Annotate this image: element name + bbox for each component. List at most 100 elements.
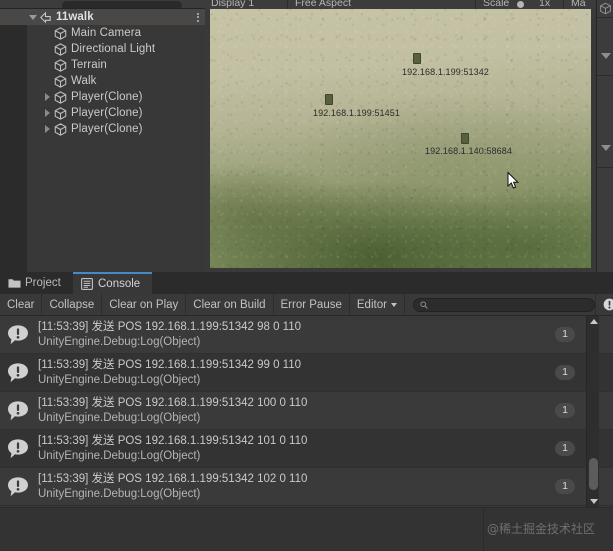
aspect-dropdown[interactable]: Free Aspect xyxy=(295,0,351,9)
console-log-count-badge: 1 xyxy=(555,403,575,418)
console-log-row[interactable]: [11:53:39] 发送 POS 192.168.1.199:51342 10… xyxy=(0,392,613,430)
log-info-icon xyxy=(6,361,30,385)
hierarchy-toolbar xyxy=(0,0,205,9)
triangle-right-icon xyxy=(45,109,50,117)
clear-on-build-toggle[interactable]: Clear on Build xyxy=(186,293,274,316)
foldout-toggle[interactable] xyxy=(42,105,53,121)
console-log-row[interactable]: [11:53:39] 发送 POS 192.168.1.199:51342 99… xyxy=(0,354,613,392)
scene-foldout-toggle[interactable] xyxy=(27,9,38,25)
gameobject-cube-icon xyxy=(53,26,68,41)
game-view-panel: Display 1 Free Aspect Scale 1x Ma 192.16… xyxy=(205,0,613,272)
clear-on-play-toggle[interactable]: Clear on Play xyxy=(102,293,187,316)
triangle-down-icon xyxy=(28,14,37,20)
hierarchy-scene-row[interactable]: 11walk xyxy=(0,9,205,25)
game-view-toolbar: Display 1 Free Aspect Scale 1x Ma xyxy=(205,0,613,9)
triangle-right-icon xyxy=(45,93,50,101)
display-dropdown[interactable]: Display 1 xyxy=(211,0,254,9)
log-info-icon xyxy=(6,437,30,461)
chevron-down-icon[interactable] xyxy=(597,36,613,76)
folder-icon xyxy=(8,277,21,289)
console-log-stacktrace: UnityEngine.Debug:Log(Object) xyxy=(38,373,201,386)
console-log-text: [11:53:39] 发送 POS 192.168.1.199:51342 10… xyxy=(30,472,555,502)
hierarchy-panel: 11walk Main Camera Directional Light Terra… xyxy=(0,0,205,272)
hierarchy-item-main-camera[interactable]: Main Camera xyxy=(0,25,205,41)
console-log-message: [11:53:39] 发送 POS 192.168.1.199:51342 10… xyxy=(38,434,308,447)
hierarchy-item-player-clone[interactable]: Player(Clone) xyxy=(0,121,205,137)
mouse-pointer-icon xyxy=(507,172,519,189)
clear-button[interactable]: Clear xyxy=(0,293,43,316)
hierarchy-item-label: Terrain xyxy=(71,59,107,71)
scale-label: Scale xyxy=(483,0,510,9)
scene-name-label: 11walk xyxy=(56,11,94,23)
hierarchy-item-label: Player(Clone) xyxy=(71,123,143,135)
search-icon xyxy=(420,300,428,309)
hierarchy-item-player-clone[interactable]: Player(Clone) xyxy=(0,89,205,105)
player-object xyxy=(413,53,421,64)
tab-console[interactable]: Console xyxy=(73,272,153,294)
toolbar-separator xyxy=(475,0,476,9)
inspector-edge-strip xyxy=(596,0,613,272)
hierarchy-item-directional-light[interactable]: Directional Light xyxy=(0,41,205,57)
hierarchy-search-input[interactable] xyxy=(62,1,182,8)
unity-editor-window: 11walk Main Camera Directional Light Terra… xyxy=(0,0,613,551)
error-pause-toggle[interactable]: Error Pause xyxy=(274,293,350,316)
editor-dropdown-label: Editor xyxy=(356,298,387,311)
scroll-up-arrow-icon[interactable] xyxy=(587,316,600,327)
hierarchy-item-list: Main Camera Directional Light Terrain Walk P… xyxy=(0,25,205,137)
console-log-message: [11:53:39] 发送 POS 192.168.1.199:51342 98… xyxy=(38,320,301,333)
console-panel: Project Console Clear Collapse Clear on … xyxy=(0,272,613,551)
hierarchy-item-label: Walk xyxy=(71,75,97,87)
console-log-row[interactable]: [11:53:39] 发送 POS 192.168.1.199:51342 10… xyxy=(0,468,613,506)
hierarchy-item-label: Directional Light xyxy=(71,43,156,55)
scroll-down-arrow-icon[interactable] xyxy=(587,496,600,507)
game-view-render[interactable]: 192.168.1.199:51342 192.168.1.199:51451 19… xyxy=(210,9,591,268)
gameobject-cube-icon xyxy=(597,0,613,18)
error-counter[interactable]: 999+ xyxy=(594,293,613,316)
hierarchy-item-terrain[interactable]: Terrain xyxy=(0,57,205,73)
console-scrollbar[interactable] xyxy=(586,316,599,507)
console-log-text: [11:53:39] 发送 POS 192.168.1.199:51342 10… xyxy=(30,434,555,464)
console-icon xyxy=(81,278,94,290)
editor-dropdown[interactable]: Editor xyxy=(350,293,405,316)
console-log-row[interactable]: [11:53:39] 发送 POS 192.168.1.199:51342 10… xyxy=(0,430,613,468)
console-log-list[interactable]: [11:53:39] 发送 POS 192.168.1.199:51342 98… xyxy=(0,316,613,507)
bottom-dock-tabbar: Project Console xyxy=(0,272,613,294)
hierarchy-item-label: Main Camera xyxy=(71,27,142,39)
console-log-row[interactable]: [11:53:39] 发送 POS 192.168.1.199:51342 98… xyxy=(0,316,613,354)
gameobject-cube-icon xyxy=(53,74,68,89)
scrollbar-thumb[interactable] xyxy=(589,458,598,490)
foldout-toggle[interactable] xyxy=(42,121,53,137)
console-log-message: [11:53:39] 发送 POS 192.168.1.199:51342 10… xyxy=(38,396,308,409)
console-log-stacktrace: UnityEngine.Debug:Log(Object) xyxy=(38,335,201,348)
scale-slider-knob[interactable] xyxy=(517,1,524,8)
terrain-texture xyxy=(210,9,591,268)
detail-divider xyxy=(483,508,484,551)
hierarchy-item-label: Player(Clone) xyxy=(71,91,143,103)
gameobject-cube-icon xyxy=(53,122,68,137)
collapse-toggle[interactable]: Collapse xyxy=(42,293,103,316)
log-info-icon xyxy=(6,323,30,347)
kebab-menu-icon[interactable] xyxy=(197,9,199,25)
tab-project[interactable]: Project xyxy=(0,272,73,294)
log-info-icon xyxy=(6,475,30,499)
console-log-count-badge: 1 xyxy=(555,327,575,342)
console-log-count-badge: 1 xyxy=(555,365,575,380)
gameobject-cube-icon xyxy=(53,58,68,73)
gameobject-cube-icon xyxy=(53,90,68,105)
foldout-toggle[interactable] xyxy=(42,89,53,105)
console-search-input[interactable] xyxy=(412,297,595,312)
player-object xyxy=(325,94,333,105)
chevron-down-icon xyxy=(390,302,397,307)
player-ip-label: 192.168.1.199:51342 xyxy=(402,67,489,77)
maximize-dropdown[interactable]: Ma xyxy=(571,0,586,9)
chevron-down-icon[interactable] xyxy=(597,128,613,168)
console-log-text: [11:53:39] 发送 POS 192.168.1.199:51342 10… xyxy=(30,396,555,426)
console-log-count-badge: 1 xyxy=(555,441,575,456)
tab-console-label: Console xyxy=(98,278,141,290)
console-log-stacktrace: UnityEngine.Debug:Log(Object) xyxy=(38,487,201,500)
console-log-message: [11:53:39] 发送 POS 192.168.1.199:51342 10… xyxy=(38,472,308,485)
hierarchy-item-walk[interactable]: Walk xyxy=(0,73,205,89)
error-badge-icon xyxy=(603,298,613,311)
tab-project-label: Project xyxy=(25,277,61,289)
hierarchy-item-player-clone[interactable]: Player(Clone) xyxy=(0,105,205,121)
